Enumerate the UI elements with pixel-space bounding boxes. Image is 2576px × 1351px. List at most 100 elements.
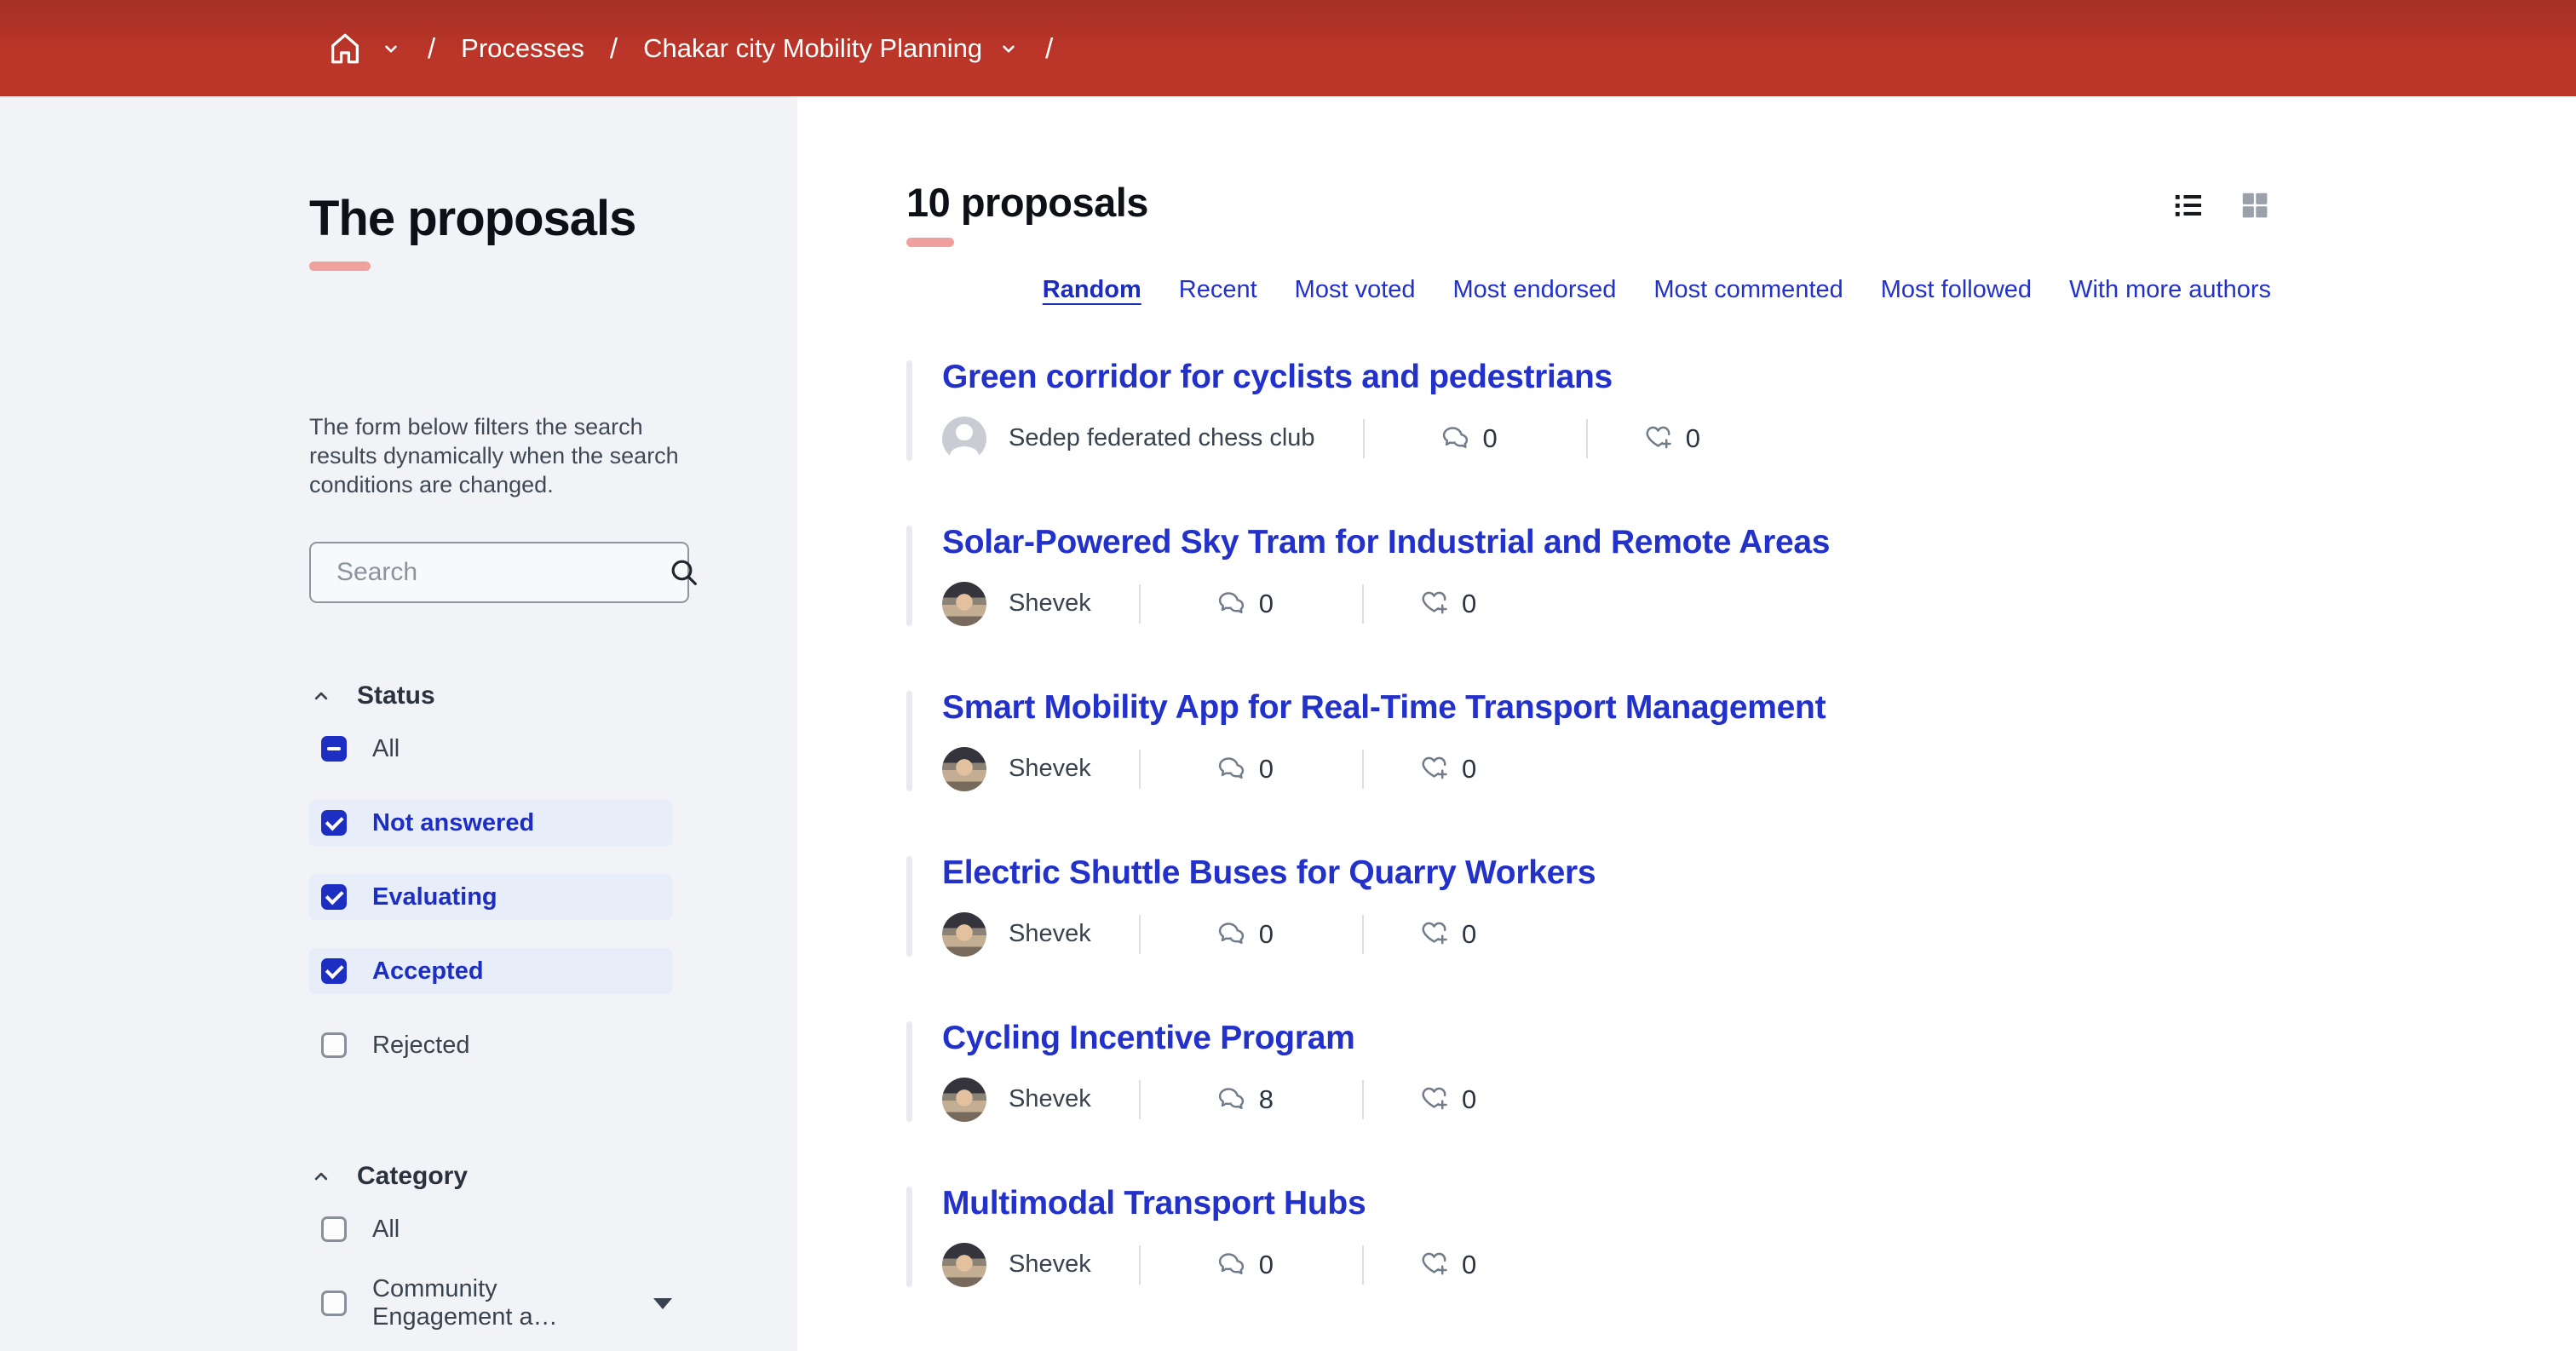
filter-option-category-all[interactable]: All — [309, 1206, 672, 1252]
checkbox-icon[interactable] — [321, 1291, 347, 1316]
author-name: Shevek — [1009, 755, 1091, 783]
caret-down-icon[interactable] — [653, 1298, 672, 1309]
proposal-author-link[interactable]: Shevek — [942, 1078, 1091, 1122]
filter-option-status-rejected[interactable]: Rejected — [309, 1022, 672, 1068]
endorsements-count: 0 — [1418, 588, 1476, 619]
card-accent-bar — [906, 1187, 912, 1287]
sort-option-most-endorsed[interactable]: Most endorsed — [1453, 276, 1617, 304]
proposal-author-link[interactable]: Sedep federated chess club — [942, 417, 1315, 461]
sort-option-most-voted[interactable]: Most voted — [1295, 276, 1416, 304]
chevron-down-icon — [380, 37, 402, 60]
filter-option-label: All — [372, 735, 400, 763]
breadcrumb-processes-link[interactable]: Processes — [461, 33, 584, 64]
filter-section-header[interactable]: Status — [309, 681, 797, 710]
sort-option-recent[interactable]: Recent — [1179, 276, 1257, 304]
filter-sections: Status All Not answered Evaluating Accep… — [309, 681, 797, 1326]
author-name: Sedep federated chess club — [1009, 424, 1315, 452]
endorsements-number: 0 — [1462, 589, 1476, 619]
filter-option-status-evaluating[interactable]: Evaluating — [309, 874, 672, 920]
sort-option-with-more-authors[interactable]: With more authors — [2069, 276, 2271, 304]
meta-divider — [1362, 1080, 1364, 1119]
filter-option-label: Evaluating — [372, 883, 497, 911]
card-accent-bar — [906, 360, 912, 461]
proposal-card: Green corridor for cyclists and pedestri… — [906, 359, 2271, 463]
comments-count: 0 — [1216, 588, 1274, 619]
filter-option-category-community-engagement-a[interactable]: Community Engagement a… — [309, 1280, 672, 1326]
comments-number: 8 — [1259, 1084, 1274, 1115]
proposal-card: Multimodal Transport Hubs Shevek 0 — [906, 1185, 2271, 1289]
proposal-title-link[interactable]: Green corridor for cyclists and pedestri… — [942, 359, 1613, 396]
sort-option-random[interactable]: Random — [1043, 276, 1141, 304]
breadcrumb-separator: / — [428, 32, 435, 65]
sort-option-most-followed[interactable]: Most followed — [1881, 276, 2032, 304]
proposal-meta-row: Shevek 8 0 — [942, 1078, 2271, 1122]
sort-option-most-commented[interactable]: Most commented — [1653, 276, 1843, 304]
author-avatar — [942, 912, 986, 957]
comments-number: 0 — [1259, 589, 1274, 619]
breadcrumb-home-link[interactable] — [325, 29, 402, 68]
proposal-author-link[interactable]: Shevek — [942, 912, 1091, 957]
filter-section-label: Status — [357, 681, 435, 710]
checkbox-icon[interactable] — [321, 958, 347, 984]
filter-section-header[interactable]: Category — [309, 1162, 797, 1191]
meta-divider — [1139, 915, 1141, 954]
meta-divider — [1363, 419, 1365, 458]
chevron-up-icon — [309, 1164, 333, 1188]
card-accent-bar — [906, 526, 912, 626]
breadcrumb-space-label: Chakar city Mobility Planning — [643, 33, 982, 64]
sidebar-title: The proposals — [309, 193, 797, 244]
search-button[interactable] — [667, 555, 718, 589]
filter-option-label: Accepted — [372, 957, 484, 986]
proposal-meta-row: Shevek 0 0 — [942, 747, 2271, 791]
filter-help-text: The form below filters the search result… — [309, 412, 694, 499]
filter-section-category: Category All Community Engagement a… — [309, 1162, 797, 1326]
endorsements-count: 0 — [1418, 1249, 1476, 1280]
proposal-author-link[interactable]: Shevek — [942, 1243, 1091, 1287]
checkbox-icon[interactable] — [321, 884, 347, 910]
breadcrumb-space-link[interactable]: Chakar city Mobility Planning — [643, 33, 1020, 64]
proposal-title-link[interactable]: Smart Mobility App for Real-Time Transpo… — [942, 689, 1826, 727]
filter-option-status-all[interactable]: All — [309, 726, 672, 772]
proposal-title-link[interactable]: Cycling Incentive Program — [942, 1020, 1354, 1057]
meta-divider — [1586, 419, 1588, 458]
proposal-author-link[interactable]: Shevek — [942, 582, 1091, 626]
checkbox-icon[interactable] — [321, 1216, 347, 1242]
list-view-icon — [2172, 189, 2205, 221]
proposal-meta-row: Shevek 0 0 — [942, 1243, 2271, 1287]
chat-bubbles-icon — [1216, 1084, 1247, 1115]
checkbox-icon[interactable] — [321, 810, 347, 836]
proposal-meta-row: Shevek 0 0 — [942, 582, 2271, 626]
proposal-title-link[interactable]: Electric Shuttle Buses for Quarry Worker… — [942, 854, 1596, 892]
author-name: Shevek — [1009, 589, 1091, 618]
endorsements-number: 0 — [1462, 1084, 1476, 1115]
meta-divider — [1139, 584, 1141, 624]
author-name: Shevek — [1009, 1250, 1091, 1279]
checkbox-icon[interactable] — [321, 1032, 347, 1058]
filter-rows: All Not answered Evaluating Accepted Rej… — [309, 726, 797, 1068]
endorsements-count: 0 — [1418, 1084, 1476, 1115]
checkbox-icon[interactable] — [321, 736, 347, 762]
card-accent-bar — [906, 691, 912, 791]
author-name: Shevek — [1009, 920, 1091, 948]
proposal-author-link[interactable]: Shevek — [942, 747, 1091, 791]
search-input[interactable] — [335, 557, 667, 588]
filter-option-status-not-answered[interactable]: Not answered — [309, 800, 672, 846]
heart-add-icon — [1418, 1084, 1450, 1115]
proposal-meta-row: Sedep federated chess club 0 — [942, 417, 2271, 461]
comments-number: 0 — [1259, 1250, 1274, 1280]
proposal-card: Cycling Incentive Program Shevek 8 — [906, 1020, 2271, 1124]
chat-bubbles-icon — [1440, 423, 1471, 454]
grid-view-button[interactable] — [2239, 189, 2271, 221]
filter-option-status-accepted[interactable]: Accepted — [309, 948, 672, 994]
meta-divider — [1139, 1080, 1141, 1119]
heart-add-icon — [1418, 753, 1450, 785]
endorsements-count: 0 — [1642, 423, 1700, 454]
heart-add-icon — [1418, 918, 1450, 950]
list-view-button[interactable] — [2172, 189, 2205, 221]
chat-bubbles-icon — [1216, 588, 1247, 619]
proposal-title-link[interactable]: Solar-Powered Sky Tram for Industrial an… — [942, 524, 1830, 561]
proposal-title-link[interactable]: Multimodal Transport Hubs — [942, 1185, 1366, 1222]
sort-options-row: Random Recent Most voted Most endorsed M… — [906, 276, 2271, 304]
author-name: Shevek — [1009, 1085, 1091, 1113]
chat-bubbles-icon — [1216, 753, 1247, 785]
